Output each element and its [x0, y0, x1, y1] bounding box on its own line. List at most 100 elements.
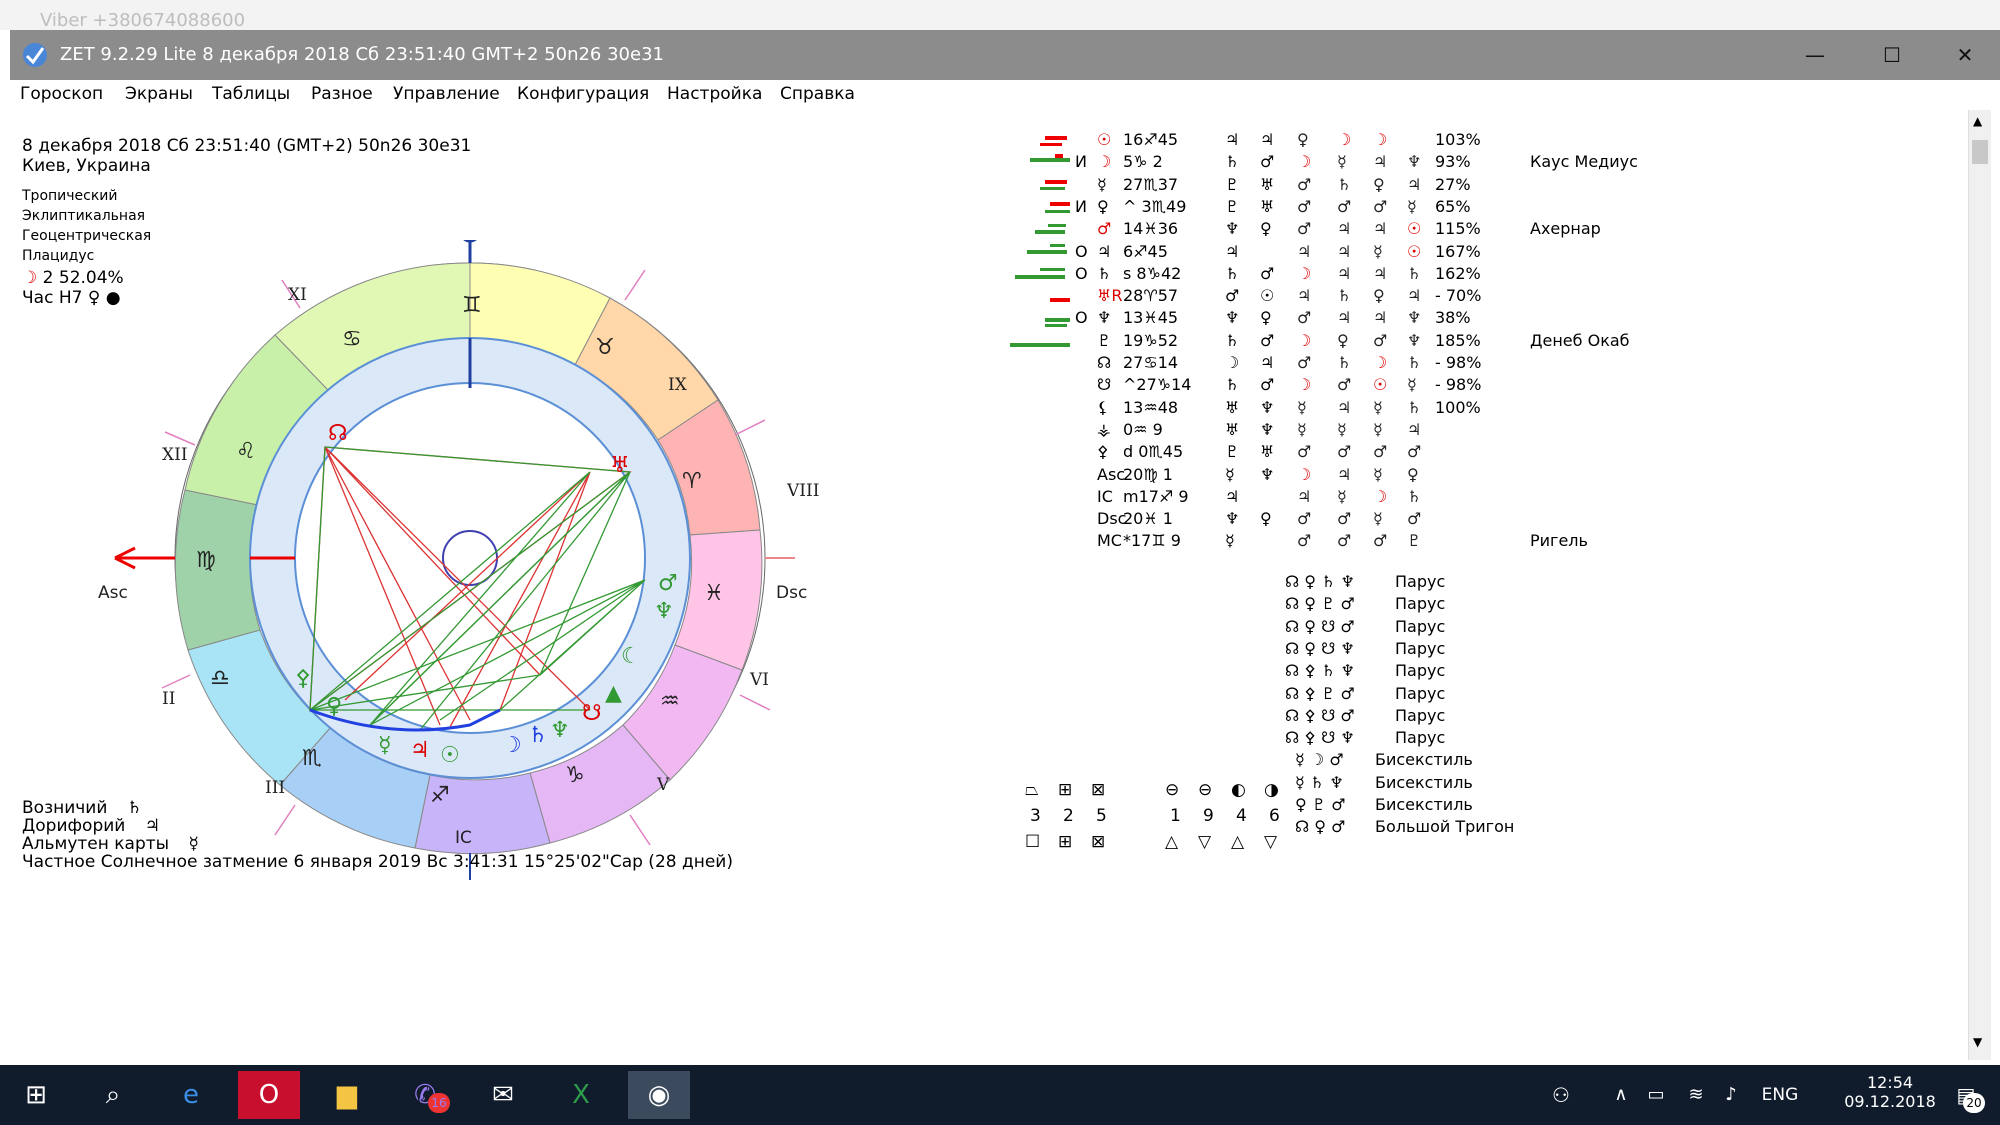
cancer-icon: ♋ — [342, 327, 362, 352]
scroll-up-arrow-icon[interactable]: ▲ — [1973, 114, 1982, 128]
vertical-scrollbar[interactable]: ▲ ▼ — [1968, 110, 1991, 1060]
menu-item-control[interactable]: Управление — [393, 84, 500, 104]
menu-item-settings[interactable]: Настройка — [667, 84, 762, 104]
planet-cell-c6: ♄ — [1407, 486, 1422, 506]
planet-row[interactable]: ☊ 27♋14 ☽ ♃ ♂ ♄ ☽ ♄ - 98% — [1075, 353, 1595, 375]
planet-row[interactable]: И ♀ ^ 3♏49 ♇ ♅ ♂ ♂ ♂ ☿ 65% — [1075, 197, 1595, 219]
planet-cell-pos: 13♒48 — [1123, 397, 1179, 417]
maximize-button[interactable]: ☐ — [1872, 40, 1912, 70]
planet-cell-c6: ♃ — [1407, 419, 1422, 439]
config-row[interactable]: ♀ ♇ ♂ Бисекстиль — [1285, 795, 1585, 817]
config-row[interactable]: ☊ ♀ ♇ ♂ Парус — [1285, 594, 1585, 616]
trapezoid-icon: ⏢ — [1025, 780, 1039, 800]
opera-icon[interactable]: O — [238, 1071, 300, 1119]
zet-app-icon[interactable]: ◉ — [628, 1071, 690, 1119]
people-icon[interactable]: ⚇ — [1530, 1071, 1592, 1119]
planet-cell-c2: ♂ — [1260, 152, 1275, 172]
planet-cell-c5: ☿ — [1373, 464, 1383, 484]
planet-row[interactable]: ⚶ 0♒ 9 ♅ ♆ ☿ ☿ ☿ ♃ — [1075, 420, 1595, 442]
planet-row[interactable]: IC m17♐ 9 ♃ ♃ ☿ ☽ ♄ — [1075, 487, 1595, 509]
planet-cell-c5: ☽ — [1373, 486, 1388, 506]
config-row[interactable]: ☊ ⚴ ♄ ♆ Парус — [1285, 661, 1585, 683]
config-row[interactable]: ☊ ⚴ ♇ ♂ Парус — [1285, 684, 1585, 706]
config-row[interactable]: ☊ ⚴ ☋ ♂ Парус — [1285, 706, 1585, 728]
planet-row[interactable]: О ♃ 6♐45 ♃ ♃ ♃ ☿ ☉ 167% — [1075, 242, 1595, 264]
vesta-icon: ▲ — [605, 681, 622, 706]
planet-cell-c6: ☿ — [1407, 196, 1417, 216]
planet-row[interactable]: Dsc 20♓ 1 ♆ ♀ ♂ ♂ ☿ ♂ — [1075, 509, 1595, 531]
planet-cell-pos: m17♐ 9 — [1123, 486, 1189, 506]
planet-cell-c2: ♅ — [1260, 174, 1275, 194]
notifications-icon[interactable]: ▤ 20 — [1935, 1071, 1997, 1119]
planet-cell-sym: MC — [1097, 531, 1122, 551]
planet-cell-star: Каус Медиус — [1530, 152, 1638, 172]
config-row[interactable]: ☿ ☽ ♂ Бисекстиль — [1285, 750, 1585, 772]
house-iii: III — [265, 778, 285, 798]
planet-cell-pos: 14♓36 — [1123, 219, 1179, 239]
search-icon[interactable]: ⌕ — [82, 1071, 144, 1119]
planet-row[interactable]: ♅R 28♈57 ♂ ☉ ♃ ♄ ♀ ♃ - 70% — [1075, 286, 1595, 308]
planet-row[interactable]: ⚴ d 0♏45 ♇ ♅ ♂ ♂ ♂ ♂ — [1075, 442, 1595, 464]
planet-cell-c6: ♃ — [1407, 286, 1422, 306]
start-button[interactable]: ⊞ — [5, 1071, 67, 1119]
location-line: Киев, Украина — [22, 156, 151, 176]
coordinate-type: Эклиптикальная — [22, 208, 146, 224]
planet-row[interactable]: MC *17♊ 9 ☿ ♂ ♂ ♂ ♇ Ригель — [1075, 531, 1595, 553]
planet-row[interactable]: Asc 20♍ 1 ☿ ♆ ☽ ♃ ☿ ♀ — [1075, 465, 1595, 487]
planet-row[interactable]: ♇ 19♑52 ♄ ♂ ☽ ♀ ♂ ♆ 185% Денеб Окаб — [1075, 331, 1630, 353]
taurus-icon: ♉ — [595, 335, 615, 360]
planet-row[interactable]: О ♆ 13♓45 ♆ ♀ ♂ ♃ ♃ ♆ 38% — [1075, 308, 1595, 330]
sagittarius-icon: ♐ — [430, 783, 450, 808]
config-row[interactable]: ☊ ♀ ☋ ♆ Парус — [1285, 639, 1585, 661]
planet-cell-c3: ☿ — [1297, 419, 1307, 439]
planet-row[interactable]: ⚸ 13♒48 ♅ ♆ ☿ ♃ ☿ ♄ 100% — [1075, 398, 1595, 420]
menu-item-screens[interactable]: Экраны — [125, 84, 193, 104]
menu-item-misc[interactable]: Разное — [311, 84, 373, 104]
excel-icon[interactable]: X — [550, 1071, 612, 1119]
minimize-button[interactable]: — — [1795, 40, 1835, 70]
planet-cell-c1: ♆ — [1225, 308, 1240, 328]
planet-row[interactable]: ☉ 16♐45 ♃ ♃ ♀ ☽ ☽ 103% — [1075, 130, 1595, 152]
planet-cell-sym: IC — [1097, 486, 1113, 506]
config-row[interactable]: ☊ ♀ ♄ ♆ Парус — [1285, 572, 1585, 594]
circle-icon-1: ⊖ — [1165, 780, 1180, 800]
planet-cell-c3: ♂ — [1297, 509, 1312, 529]
planet-cell-pct: 100% — [1435, 397, 1481, 417]
planet-cell-pos: 13♓45 — [1123, 308, 1179, 328]
mail-icon[interactable]: ✉ — [472, 1071, 534, 1119]
planet-cell-pos: ^27♑14 — [1123, 375, 1192, 395]
neptune-icon-2: ♆ — [550, 718, 570, 743]
planet-cell-pct: 103% — [1435, 130, 1481, 149]
close-button[interactable]: ✕ — [1945, 40, 1985, 70]
planet-cell-c1: ♅ — [1225, 419, 1240, 439]
menu-item-horoscope[interactable]: Гороскоп — [20, 84, 103, 104]
planet-row[interactable]: И ☽ 5♑ 2 ♄ ♂ ☽ ☿ ♃ ♆ 93% Каус Медиус — [1075, 152, 1638, 174]
edge-icon[interactable]: e — [160, 1071, 222, 1119]
config-row[interactable]: ☊ ⚴ ☋ ♆ Парус — [1285, 728, 1585, 750]
config-row[interactable]: ☿ ♄ ♆ Бисекстиль — [1285, 773, 1585, 795]
clock[interactable]: 12:54 09.12.2018 — [1835, 1073, 1945, 1111]
planet-cell-c2: ♃ — [1260, 353, 1275, 372]
scroll-down-arrow-icon[interactable]: ▼ — [1973, 1035, 1982, 1049]
planet-cell-star: Ахернар — [1530, 219, 1601, 239]
triangle-up-icon-2: △ — [1231, 832, 1245, 852]
file-explorer-icon[interactable]: ▆ — [316, 1071, 378, 1119]
planet-cell-pct: 38% — [1435, 308, 1471, 328]
planet-row[interactable]: О ♄ s 8♑42 ♄ ♂ ☽ ♃ ♃ ♄ 162% — [1075, 264, 1595, 286]
config-row[interactable]: ☊ ♀ ☋ ♂ Парус — [1285, 617, 1585, 639]
menu-item-help[interactable]: Справка — [780, 84, 855, 104]
planet-row[interactable]: ☿ 27♏37 ♇ ♅ ♂ ♄ ♀ ♃ 27% — [1075, 175, 1595, 197]
aries-icon: ♈ — [682, 469, 702, 494]
language-indicator[interactable]: ENG — [1750, 1071, 1810, 1119]
config-row[interactable]: ☊ ♀ ♂ Большой Тригон — [1285, 817, 1585, 839]
menu-item-configuration[interactable]: Конфигурация — [517, 84, 649, 104]
planet-row[interactable]: ♂ 14♓36 ♆ ♀ ♂ ♃ ♃ ☉ 115% Ахернар — [1075, 219, 1601, 241]
planet-cell-c6: ♆ — [1407, 152, 1422, 172]
viber-icon[interactable]: ✆ 16 — [394, 1071, 456, 1119]
menu-item-tables[interactable]: Таблицы — [212, 84, 290, 104]
scroll-thumb[interactable] — [1972, 140, 1988, 164]
planet-row[interactable]: ☋ ^27♑14 ♄ ♂ ☽ ♂ ☉ ☿ - 98% — [1075, 375, 1595, 397]
planet-cell-c5: ♂ — [1373, 531, 1388, 551]
config-name: Парус — [1395, 594, 1446, 614]
planet-cell-c4: ♃ — [1337, 263, 1352, 283]
